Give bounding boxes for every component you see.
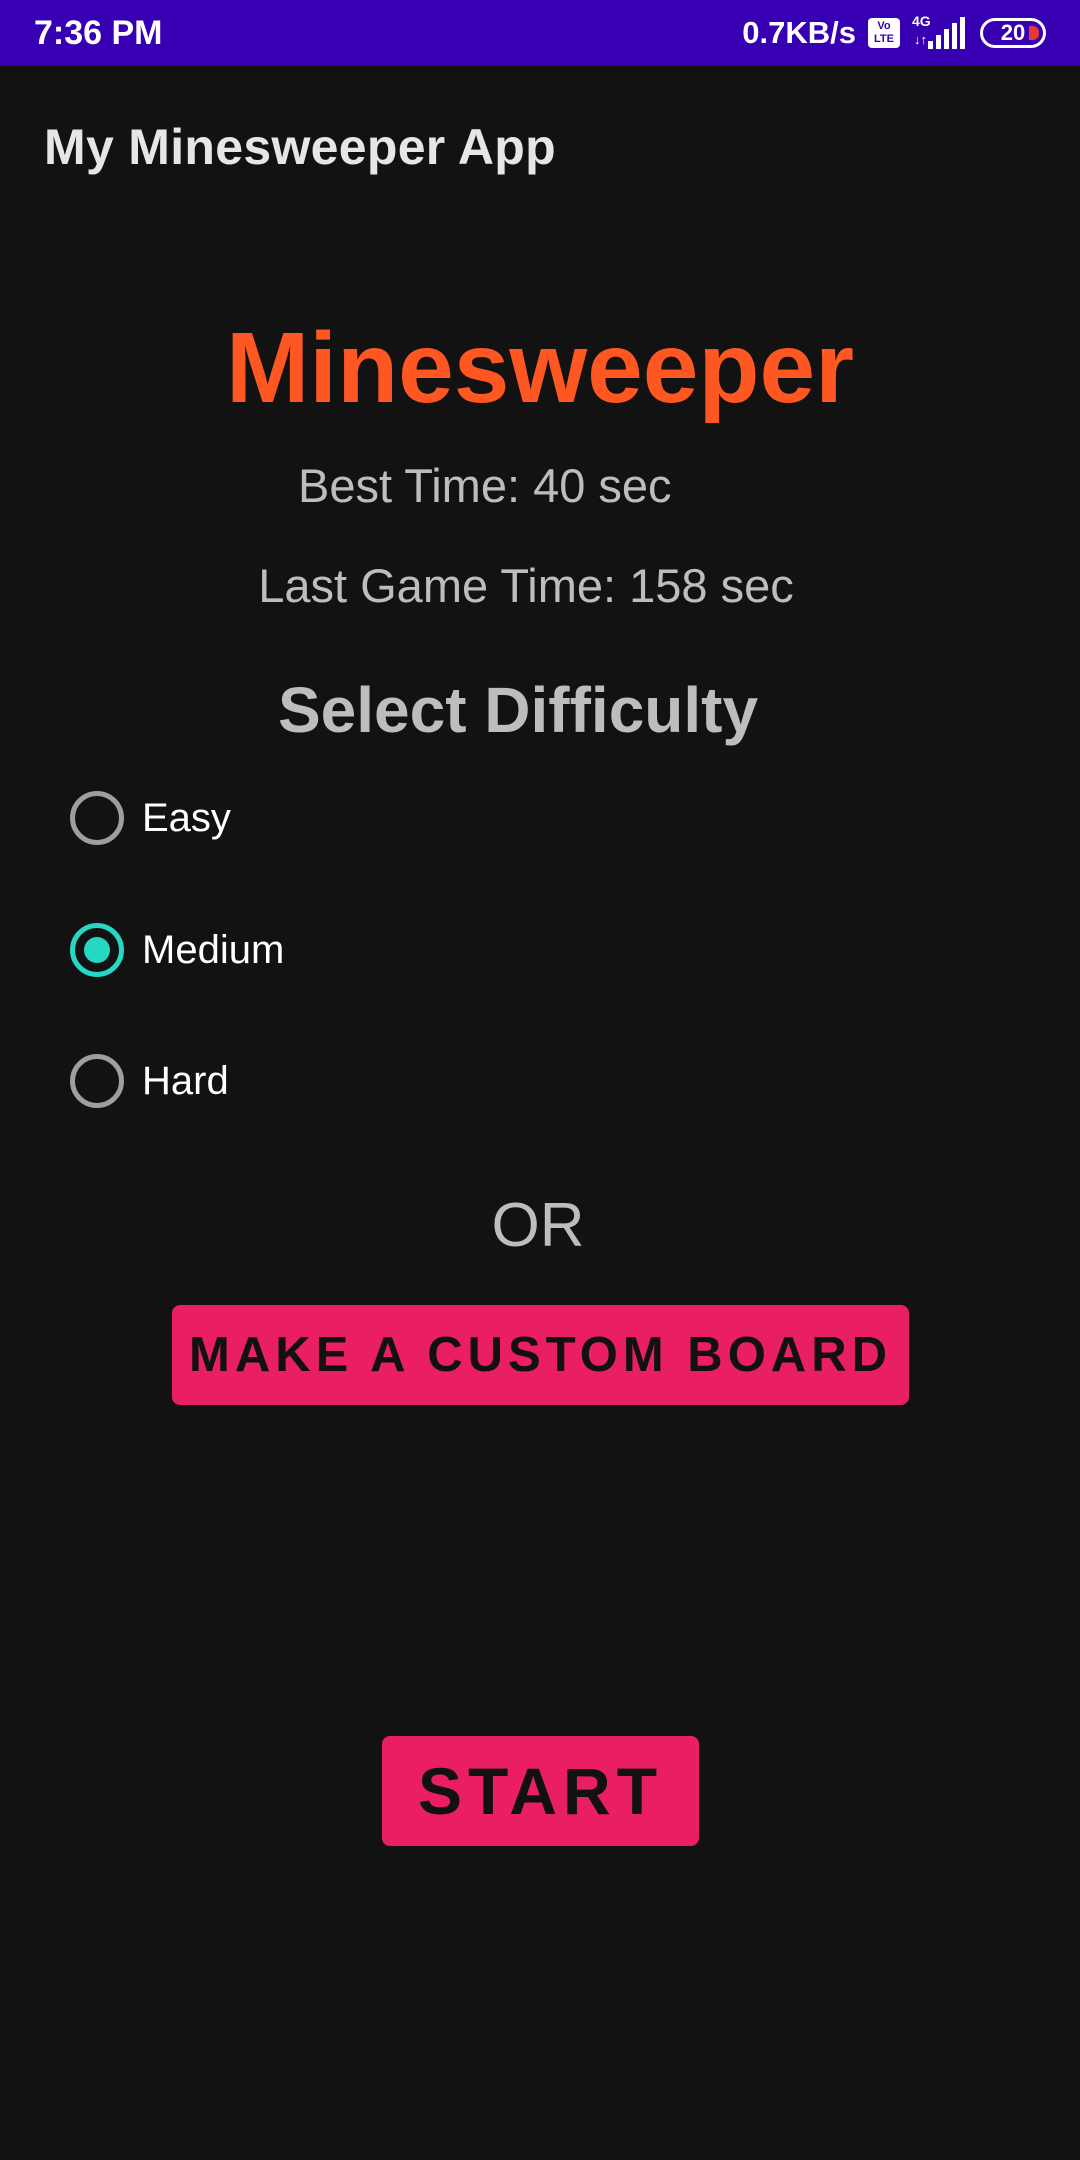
battery-low-indicator <box>1029 26 1039 40</box>
battery-icon: 20 <box>980 18 1046 48</box>
start-button[interactable]: START <box>382 1736 699 1846</box>
difficulty-heading: Select Difficulty <box>277 674 759 746</box>
status-icons: 0.7KB/s Vo LTE 4G ↓↑ 20 <box>742 12 1046 54</box>
radio-easy[interactable]: Easy <box>70 788 231 848</box>
screen: 7:36 PM 0.7KB/s Vo LTE 4G ↓↑ 20 My Mines… <box>0 0 1080 2160</box>
network-speed: 0.7KB/s <box>742 15 856 50</box>
signal-bars-icon <box>928 17 965 49</box>
radio-label-medium: Medium <box>142 928 285 972</box>
game-title: Minesweeper <box>225 312 855 424</box>
status-time: 7:36 PM <box>34 14 163 52</box>
radio-label-hard: Hard <box>142 1059 229 1103</box>
best-time: Best Time: 40 sec <box>298 459 672 512</box>
radio-button-medium[interactable] <box>70 923 124 977</box>
or-divider-text: OR <box>491 1191 585 1260</box>
radio-button-hard[interactable] <box>70 1054 124 1108</box>
signal-icon: 4G ↓↑ <box>912 13 968 51</box>
last-game-time: Last Game Time: 158 sec <box>258 559 794 612</box>
radio-hard[interactable]: Hard <box>70 1051 229 1111</box>
radio-label-easy: Easy <box>142 796 231 840</box>
status-bar: 7:36 PM 0.7KB/s Vo LTE 4G ↓↑ 20 <box>0 0 1080 66</box>
radio-medium[interactable]: Medium <box>70 920 284 980</box>
battery-level: 20 <box>1000 20 1026 45</box>
app-title: My Minesweeper App <box>44 119 556 175</box>
custom-board-button[interactable]: MAKE A CUSTOM BOARD <box>172 1305 909 1405</box>
volte-icon: Vo LTE <box>868 18 900 48</box>
radio-button-easy[interactable] <box>70 791 124 845</box>
